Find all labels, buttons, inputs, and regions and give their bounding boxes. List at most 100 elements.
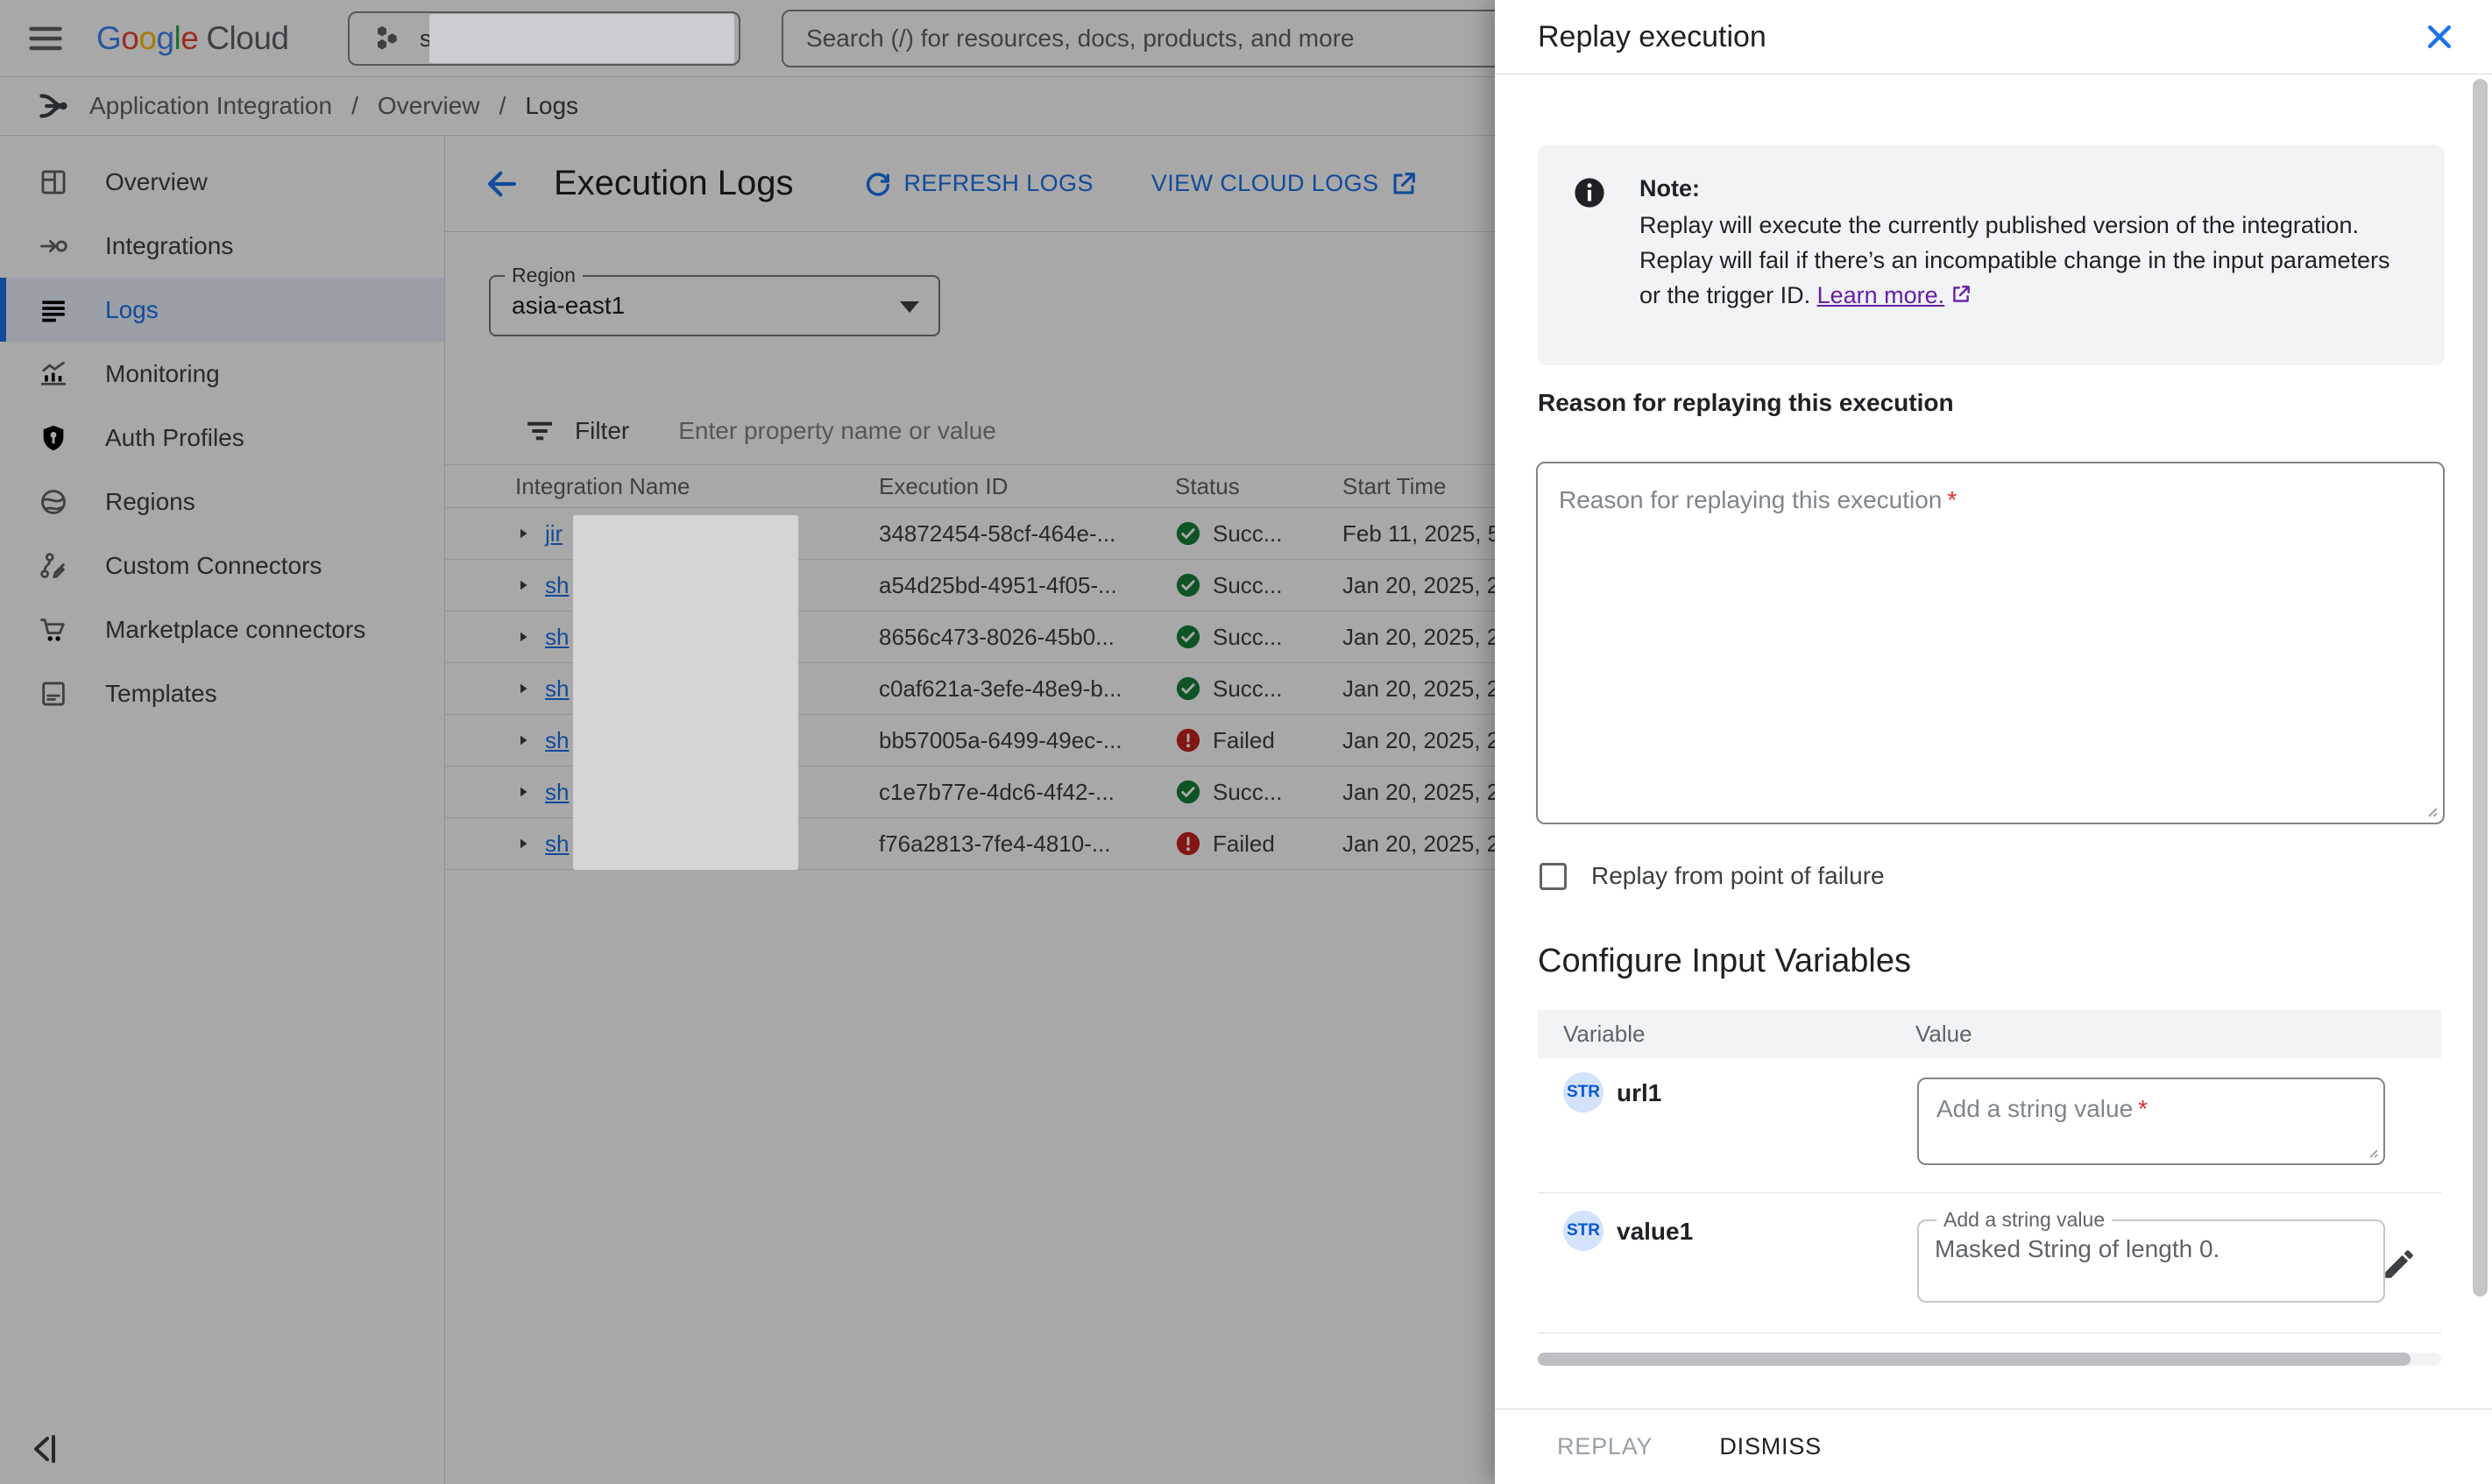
breadcrumb-separator: / [499, 92, 506, 120]
col-header-variable: Variable [1563, 1021, 1915, 1048]
replay-from-failure-label: Replay from point of failure [1591, 862, 1885, 890]
status-label: Failed [1213, 830, 1275, 858]
sidebar-item-label: Regions [105, 488, 195, 516]
integration-name-link[interactable]: sh [545, 779, 569, 806]
region-select[interactable]: Region asia-east1 [489, 275, 940, 336]
col-header-value: Value [1915, 1021, 1972, 1048]
sidebar-item-label: Marketplace connectors [105, 616, 365, 644]
sidebar-item-label: Auth Profiles [105, 424, 244, 452]
dropdown-caret-icon [900, 301, 919, 313]
sidebar-item-marketplace-connectors[interactable]: Marketplace connectors [0, 597, 444, 661]
collapse-sidebar-icon[interactable] [25, 1428, 67, 1470]
reason-textarea[interactable]: Reason for replaying this execution* [1536, 462, 2445, 824]
execution-id-cell: a54d25bd-4951-4f05-... [879, 572, 1175, 599]
integration-name-link[interactable]: jir [545, 520, 563, 548]
variable-name: url1 [1617, 1079, 1661, 1107]
sidebar-item-integrations[interactable]: Integrations [0, 214, 444, 278]
breadcrumb-logs: Logs [525, 92, 578, 120]
variable-row-url1: STR url1 Add a string value* [1538, 1058, 2441, 1193]
sidebar-item-label: Logs [105, 296, 159, 324]
status-label: Succ... [1213, 520, 1282, 548]
edit-pencil-icon[interactable] [2381, 1246, 2418, 1283]
external-link-icon [1389, 169, 1419, 199]
external-link-icon [1950, 283, 1972, 306]
failed-icon [1175, 830, 1201, 857]
note-title: Note: [1639, 171, 2408, 206]
success-icon [1175, 572, 1201, 598]
integration-name-link[interactable]: sh [545, 572, 569, 599]
breadcrumb-overview[interactable]: Overview [378, 92, 480, 120]
integration-name-link[interactable]: sh [545, 830, 569, 858]
sidebar-item-overview[interactable]: Overview [0, 150, 444, 214]
panel-vertical-scrollbar[interactable] [2473, 79, 2488, 1297]
info-icon [1573, 176, 1606, 209]
sidebar-item-auth-profiles[interactable]: Auth Profiles [0, 406, 444, 470]
expand-row-icon[interactable] [515, 835, 531, 852]
region-select-label: Region [505, 264, 583, 287]
url1-placeholder: Add a string value [1936, 1095, 2133, 1122]
failed-icon [1175, 727, 1201, 753]
panel-header: Replay execution [1495, 0, 2492, 74]
expand-row-icon[interactable] [515, 525, 531, 542]
learn-more-link[interactable]: Learn more. [1817, 282, 1945, 308]
expand-row-icon[interactable] [515, 680, 531, 697]
panel-footer: REPLAY DISMISS [1495, 1409, 2492, 1484]
integrations-icon [39, 231, 68, 261]
string-type-badge: STR [1563, 1211, 1604, 1251]
refresh-icon [862, 168, 894, 200]
replay-execution-panel: Replay execution Note: Replay will execu… [1495, 0, 2492, 1484]
menu-icon[interactable] [26, 19, 65, 58]
filter-icon [524, 415, 556, 447]
overview-icon [39, 167, 68, 197]
resize-handle-icon[interactable] [2359, 1139, 2380, 1160]
breadcrumb-separator: / [351, 92, 358, 120]
project-icon [369, 21, 404, 56]
status-label: Succ... [1213, 624, 1282, 651]
reason-placeholder: Reason for replaying this execution [1559, 486, 1942, 513]
url1-value-textarea[interactable]: Add a string value* [1917, 1078, 2385, 1165]
input-variables-table: Variable Value STR url1 Add a string val… [1538, 1010, 2441, 1333]
reason-heading: Reason for replaying this execution [1538, 389, 1954, 417]
application-integration-icon [30, 86, 70, 126]
horizontal-scrollbar-thumb[interactable] [1538, 1353, 2411, 1366]
sidebar-item-custom-connectors[interactable]: Custom Connectors [0, 534, 444, 597]
sidebar-item-label: Templates [105, 680, 217, 708]
success-icon [1175, 624, 1201, 650]
replay-button[interactable]: REPLAY [1557, 1433, 1653, 1460]
refresh-logs-button[interactable]: REFRESH LOGS [862, 168, 1094, 200]
integration-name-link[interactable]: sh [545, 675, 569, 703]
dismiss-button[interactable]: DISMISS [1719, 1433, 1822, 1460]
configure-input-variables-heading: Configure Input Variables [1538, 943, 1911, 980]
sidebar: Overview Integrations Logs Monitoring Au… [0, 136, 445, 1484]
logo-google-word: Google [96, 20, 198, 57]
execution-id-cell: 8656c473-8026-45b0... [879, 624, 1175, 651]
integration-name-link[interactable]: sh [545, 727, 569, 754]
expand-row-icon[interactable] [515, 628, 531, 646]
sidebar-item-logs[interactable]: Logs [0, 278, 444, 342]
marketplace-icon [39, 615, 68, 645]
sidebar-item-monitoring[interactable]: Monitoring [0, 342, 444, 406]
breadcrumb-application-integration[interactable]: Application Integration [89, 92, 332, 120]
expand-row-icon[interactable] [515, 576, 531, 594]
note-callout: Note: Replay will execute the currently … [1538, 145, 2445, 365]
replay-from-failure-option[interactable]: Replay from point of failure [1540, 862, 1885, 890]
sidebar-item-templates[interactable]: Templates [0, 661, 444, 725]
resize-handle-icon[interactable] [2417, 796, 2439, 819]
integration-name-link[interactable]: sh [545, 624, 569, 651]
regions-icon [39, 487, 68, 517]
expand-row-icon[interactable] [515, 783, 531, 801]
value1-value-field[interactable]: Add a string value Masked String of leng… [1917, 1219, 2385, 1303]
expand-row-icon[interactable] [515, 731, 531, 749]
horizontal-scrollbar[interactable] [1538, 1353, 2441, 1366]
sidebar-item-regions[interactable]: Regions [0, 470, 444, 534]
view-cloud-logs-button[interactable]: VIEW CLOUD LOGS [1151, 169, 1419, 199]
status-label: Succ... [1213, 572, 1282, 599]
replay-from-failure-checkbox[interactable] [1540, 863, 1567, 890]
sidebar-item-label: Integrations [105, 232, 233, 260]
success-icon [1175, 779, 1201, 805]
back-arrow-icon[interactable] [484, 166, 520, 202]
col-header-status: Status [1175, 473, 1342, 500]
variables-header-row: Variable Value [1538, 1010, 2441, 1058]
close-icon[interactable] [2422, 19, 2457, 54]
sidebar-item-label: Monitoring [105, 360, 220, 388]
